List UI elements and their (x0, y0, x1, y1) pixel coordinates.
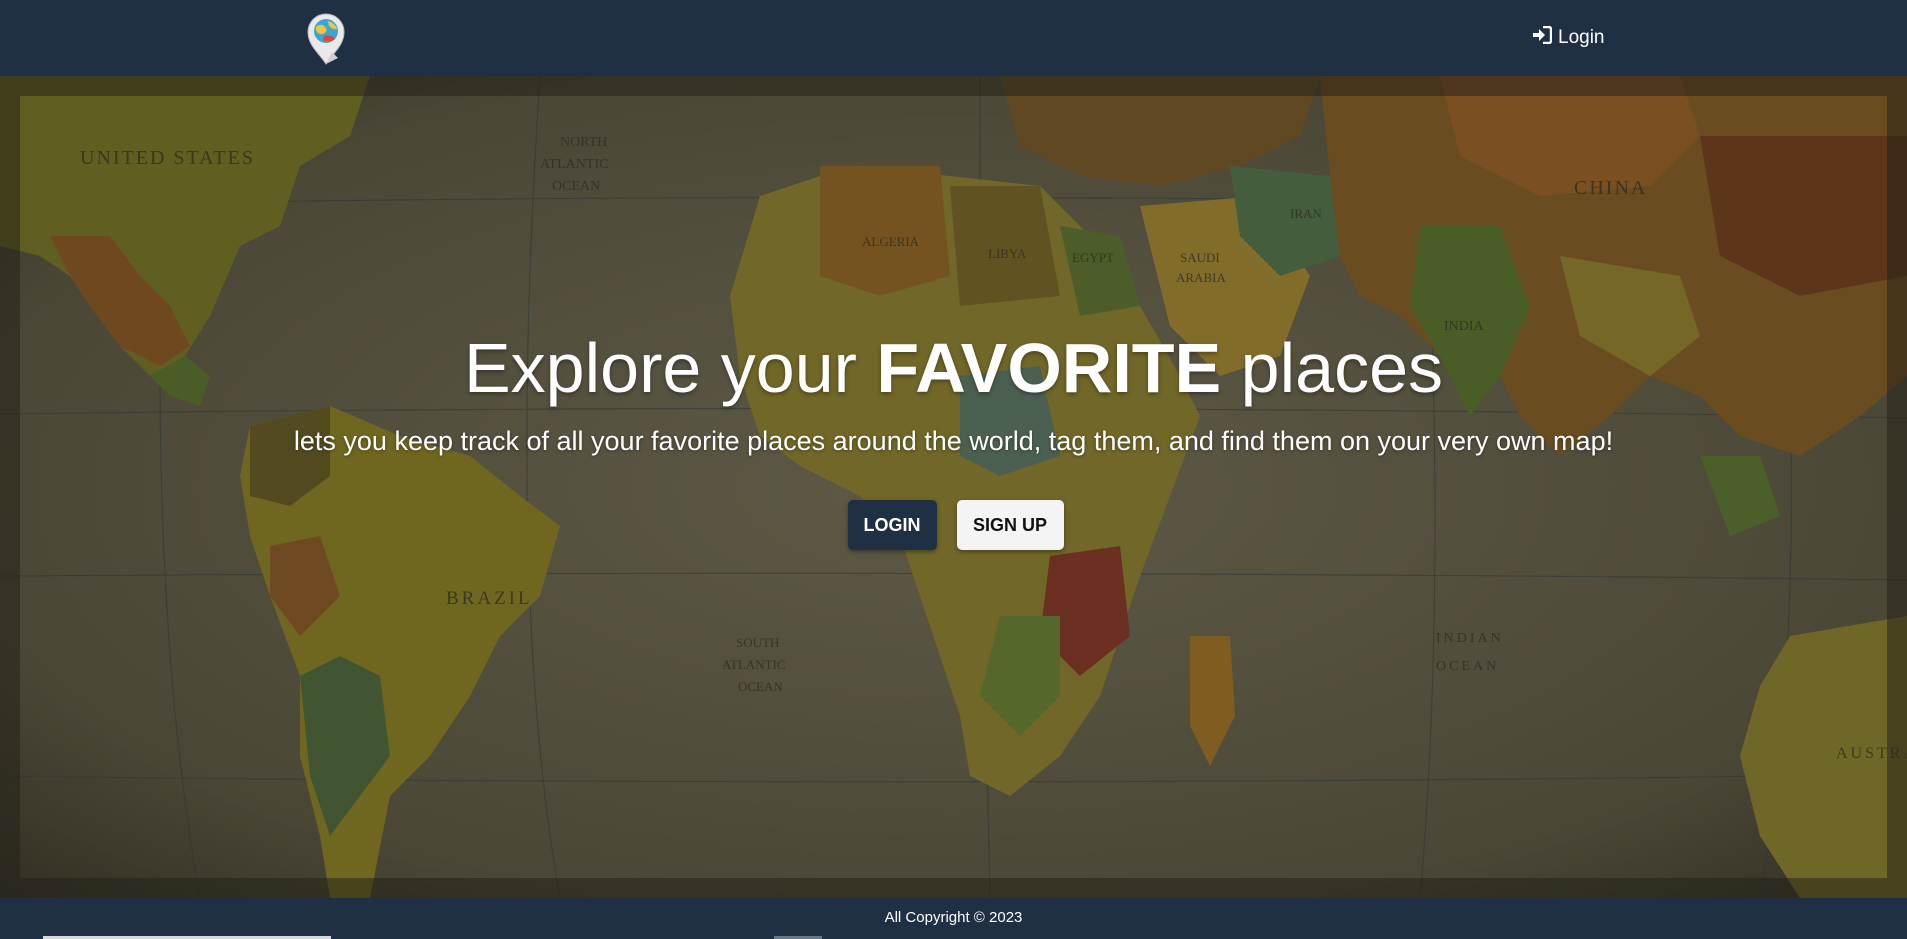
headline-post: places (1221, 329, 1444, 407)
nav-login-link[interactable]: Login (1532, 25, 1605, 50)
copyright-text: All Copyright © 2023 (884, 909, 1023, 926)
headline-pre: Explore your (463, 329, 877, 407)
hero-subline: lets you keep track of all your favorite… (293, 426, 1614, 456)
headline-bold: FAVORITE (876, 329, 1222, 407)
top-navbar: Login (0, 0, 1907, 76)
hero-button-row: LOGIN SIGN UP (0, 500, 1907, 550)
hero-section: UNITED STATES NORTH ATLANTIC OCEAN ALGER… (0, 76, 1907, 898)
hero-overlay (0, 76, 1907, 898)
map-pin-globe-logo[interactable] (304, 12, 348, 66)
nav-login-label: Login (1558, 27, 1605, 48)
login-button[interactable]: LOGIN (847, 500, 937, 550)
page-footer: All Copyright © 2023 (0, 898, 1907, 939)
sign-in-icon (1532, 25, 1553, 50)
hero-headline: Explore your FAVORITE places (0, 328, 1907, 408)
signup-button[interactable]: SIGN UP (956, 500, 1064, 550)
